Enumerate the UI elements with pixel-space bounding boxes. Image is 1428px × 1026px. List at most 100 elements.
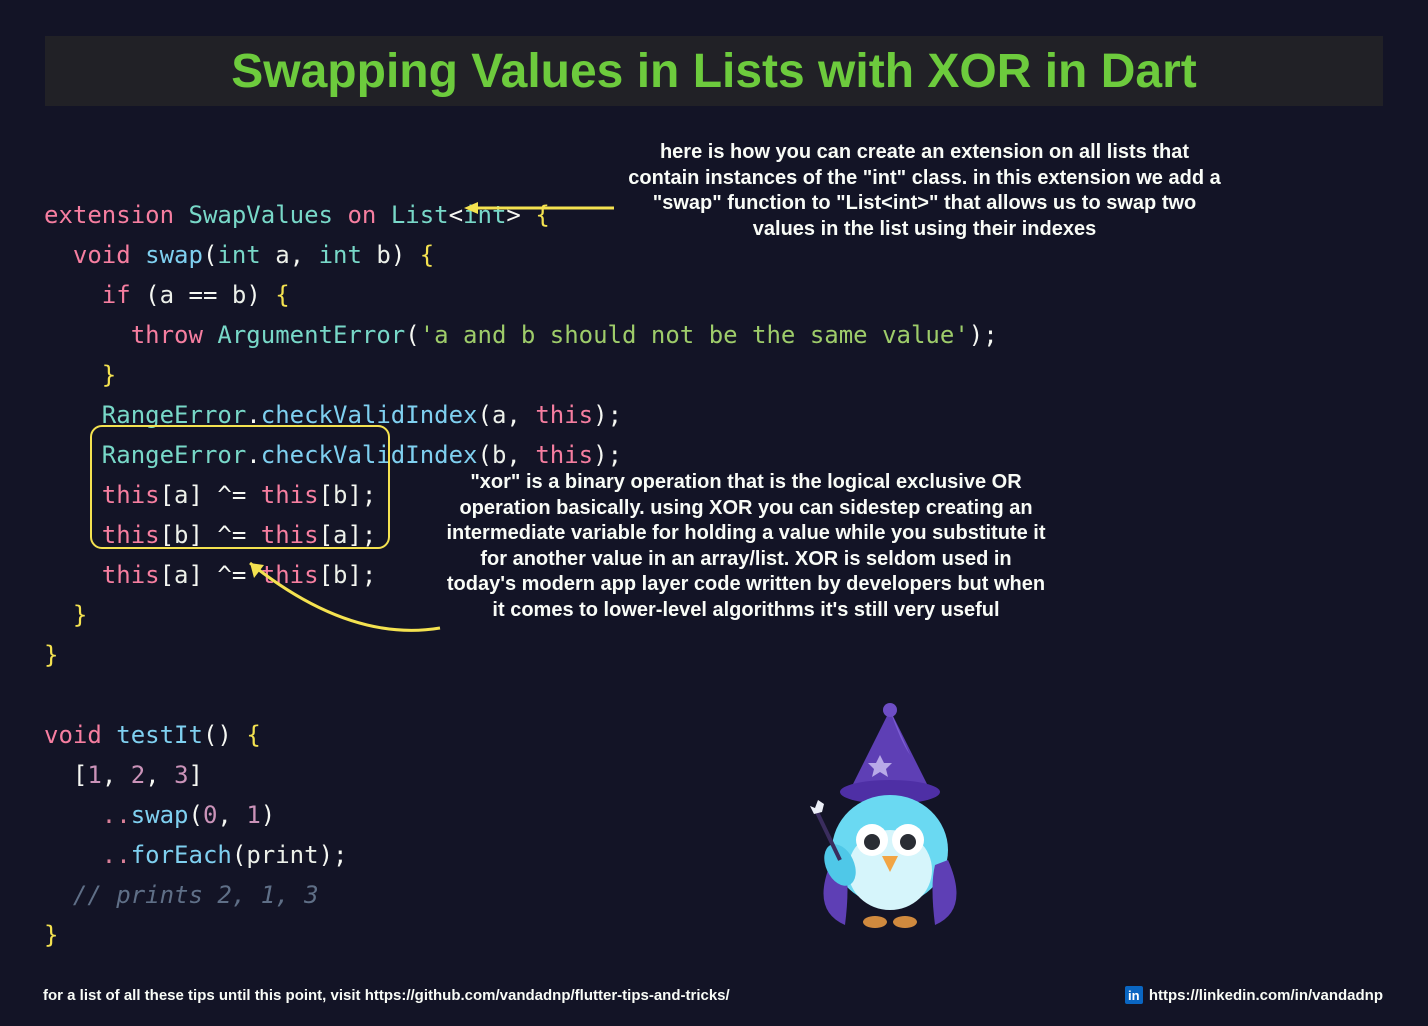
comma: , xyxy=(145,761,159,789)
kw-this: this xyxy=(102,481,160,509)
cascade: .. xyxy=(102,801,131,829)
title-bar: Swapping Values in Lists with XOR in Dar… xyxy=(45,36,1383,106)
comma: , xyxy=(290,241,304,269)
num: 2 xyxy=(131,761,145,789)
type-name: SwapValues xyxy=(189,201,334,229)
semi: ; xyxy=(333,841,347,869)
annotation-xor: "xor" is a binary operation that is the … xyxy=(444,470,1048,624)
num: 1 xyxy=(246,801,260,829)
num: 0 xyxy=(203,801,217,829)
page-title: Swapping Values in Lists with XOR in Dar… xyxy=(231,44,1196,99)
brace-close: } xyxy=(73,601,87,629)
angle-open: < xyxy=(449,201,463,229)
brace-open: { xyxy=(535,201,549,229)
semi: ; xyxy=(608,401,622,429)
brace-close: } xyxy=(44,921,58,949)
paren-close: ) xyxy=(319,841,333,869)
bracket-close: ] xyxy=(189,761,203,789)
fn-swap: swap xyxy=(145,241,203,269)
id-print: print xyxy=(246,841,318,869)
id-a: a xyxy=(174,561,188,589)
id-a: a xyxy=(174,481,188,509)
op-xor: ^= xyxy=(217,521,246,549)
num: 1 xyxy=(87,761,101,789)
kw-this: this xyxy=(535,401,593,429)
type-argumenterror: ArgumentError xyxy=(217,321,405,349)
id-b: b xyxy=(333,481,347,509)
bracket-open: [ xyxy=(319,521,333,549)
type-int: int xyxy=(217,241,260,269)
type-int: int xyxy=(319,241,362,269)
type-int: int xyxy=(463,201,506,229)
semi: ; xyxy=(362,521,376,549)
paren-open: ( xyxy=(232,841,246,869)
kw-this: this xyxy=(102,561,160,589)
fn-swap: swap xyxy=(131,801,189,829)
paren-open: ( xyxy=(203,241,217,269)
fn-checkvalidindex: checkValidIndex xyxy=(261,441,478,469)
footer-linkedin-url: https://linkedin.com/in/vandadnp xyxy=(1149,987,1383,1004)
paren-close: ) xyxy=(217,721,231,749)
id-a: a xyxy=(160,281,174,309)
bracket-close: ] xyxy=(347,481,361,509)
kw-void: void xyxy=(73,241,131,269)
op-xor: ^= xyxy=(217,561,246,589)
id-b: b xyxy=(376,241,390,269)
id-b: b xyxy=(174,521,188,549)
brace-open: { xyxy=(420,241,434,269)
fn-checkvalidindex: checkValidIndex xyxy=(261,401,478,429)
paren-close: ) xyxy=(593,401,607,429)
id-b: b xyxy=(492,441,506,469)
linkedin-icon: in xyxy=(1125,986,1143,1004)
comma: , xyxy=(102,761,116,789)
paren-open: ( xyxy=(405,321,419,349)
comma: , xyxy=(217,801,231,829)
paren-open: ( xyxy=(203,721,217,749)
kw-void: void xyxy=(44,721,102,749)
paren-close: ) xyxy=(261,801,275,829)
id-a: a xyxy=(333,521,347,549)
kw-this: this xyxy=(261,561,319,589)
footer-linkedin: in https://linkedin.com/in/vandadnp xyxy=(1125,986,1383,1004)
brace-close: } xyxy=(44,641,58,669)
paren-close: ) xyxy=(391,241,405,269)
brace-open: { xyxy=(246,721,260,749)
bracket-open: [ xyxy=(160,521,174,549)
cascade: .. xyxy=(102,841,131,869)
angle-close: > xyxy=(506,201,520,229)
kw-this: this xyxy=(261,481,319,509)
semi: ; xyxy=(983,321,997,349)
mascot-owl-wizard-icon xyxy=(790,700,990,940)
bracket-open: [ xyxy=(319,481,333,509)
op-xor: ^= xyxy=(217,481,246,509)
kw-this: this xyxy=(535,441,593,469)
kw-this: this xyxy=(102,521,160,549)
semi: ; xyxy=(608,441,622,469)
id-b: b xyxy=(333,561,347,589)
fn-foreach: forEach xyxy=(131,841,232,869)
bracket-close: ] xyxy=(347,561,361,589)
kw-extension: extension xyxy=(44,201,174,229)
kw-on: on xyxy=(347,201,376,229)
comma: , xyxy=(506,441,520,469)
bracket-close: ] xyxy=(189,521,203,549)
bracket-open: [ xyxy=(160,561,174,589)
id-a: a xyxy=(275,241,289,269)
kw-this: this xyxy=(261,521,319,549)
id-b: b xyxy=(232,281,246,309)
id-a: a xyxy=(492,401,506,429)
bracket-close: ] xyxy=(189,481,203,509)
comment: // prints 2, 1, 3 xyxy=(73,881,319,909)
brace-close: } xyxy=(102,361,116,389)
annotation-extension: here is how you can create an extension … xyxy=(627,140,1222,242)
op-eq: == xyxy=(189,281,218,309)
paren-open: ( xyxy=(189,801,203,829)
paren-close: ) xyxy=(969,321,983,349)
footer-tip-link: for a list of all these tips until this … xyxy=(43,987,730,1004)
type-list: List xyxy=(391,201,449,229)
kw-throw: throw xyxy=(131,321,203,349)
bracket-close: ] xyxy=(347,521,361,549)
paren-open: ( xyxy=(145,281,159,309)
type-rangeerror: RangeError xyxy=(102,401,247,429)
comma: , xyxy=(506,401,520,429)
